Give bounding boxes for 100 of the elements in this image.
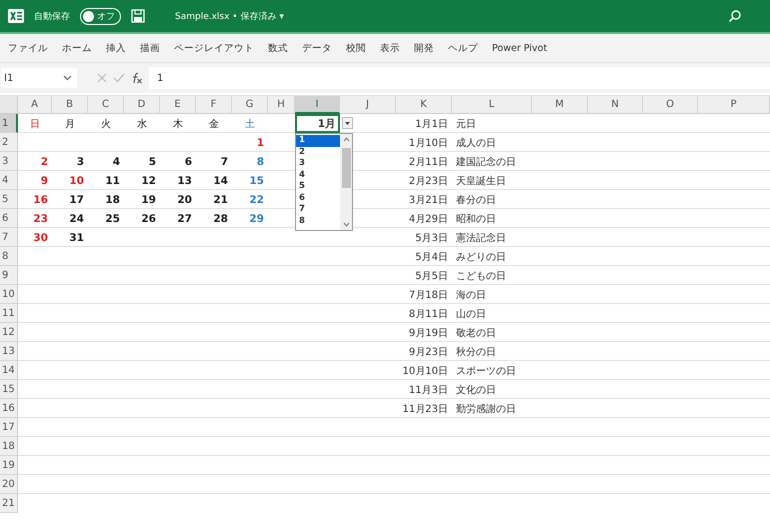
ribbon-tab[interactable]: Power Pivot: [486, 40, 554, 56]
ribbon-tab[interactable]: データ: [296, 40, 338, 56]
ribbon-tab[interactable]: ページレイアウト: [168, 40, 260, 56]
row-header[interactable]: 17: [0, 418, 18, 437]
function-icon[interactable]: [131, 72, 143, 84]
row-header[interactable]: 21: [0, 494, 18, 513]
date-cell: 11: [105, 174, 120, 186]
dropdown-item[interactable]: 2: [296, 146, 340, 158]
row-header[interactable]: 7: [0, 228, 18, 247]
dropdown-item[interactable]: 8: [296, 216, 340, 227]
row-header[interactable]: 18: [0, 437, 18, 456]
column-header[interactable]: F: [196, 96, 232, 114]
weekday-cell-text: 火: [101, 118, 111, 130]
row-header[interactable]: 4: [0, 171, 18, 190]
check-icon[interactable]: [113, 73, 125, 83]
date-cell: 12: [141, 174, 156, 186]
formula-input[interactable]: 1: [149, 67, 770, 89]
date-cell: 13: [177, 174, 192, 186]
ribbon-tab[interactable]: ファイル: [2, 40, 54, 56]
column-header[interactable]: N: [588, 96, 643, 114]
column-header[interactable]: J: [340, 96, 396, 114]
holiday-date-cell-text: 5月3日: [415, 232, 448, 244]
holiday-name-cell-text: 憲法記念日: [456, 232, 506, 244]
row-header[interactable]: 14: [0, 361, 18, 380]
column-header[interactable]: G: [232, 96, 268, 114]
dropdown-item[interactable]: 4: [296, 170, 340, 181]
row-header[interactable]: 1: [0, 114, 18, 133]
column-header[interactable]: I: [295, 96, 340, 114]
row-header[interactable]: 8: [0, 247, 18, 266]
date-cell: 30: [33, 232, 48, 244]
ribbon-tab[interactable]: 描画: [134, 40, 166, 56]
column-header[interactable]: M: [532, 96, 588, 114]
ribbon-tab[interactable]: 表示: [374, 40, 406, 56]
row-header[interactable]: 3: [0, 152, 18, 171]
holiday-name-cell-text: 海の日: [456, 288, 486, 302]
dropdown-item[interactable]: 7: [296, 204, 340, 216]
column-header[interactable]: O: [643, 96, 698, 114]
date-cell: 19: [141, 194, 156, 206]
holiday-name-cell-text: 秋分の日: [456, 346, 496, 358]
dropdown-button[interactable]: [342, 117, 353, 129]
date-cell: 8: [256, 156, 264, 168]
row-header[interactable]: 2: [0, 133, 18, 152]
chevron-down-icon[interactable]: [342, 222, 350, 227]
holiday-name-cell-text: 勤労感謝の日: [456, 402, 516, 416]
chevron-up-icon[interactable]: [342, 137, 350, 142]
column-header[interactable]: K: [396, 96, 452, 114]
file-title[interactable]: Sample.xlsx • 保存済み ▾: [175, 10, 284, 22]
column-header[interactable]: H: [268, 96, 295, 114]
ribbon-tab[interactable]: 数式: [262, 40, 294, 56]
dropdown-item[interactable]: 6: [296, 192, 340, 204]
row-header[interactable]: 6: [0, 209, 18, 228]
column-header[interactable]: E: [160, 96, 196, 114]
row-header[interactable]: 16: [0, 399, 18, 418]
holiday-name-cell-text: 春分の日: [456, 194, 496, 206]
date-cell: 29: [249, 212, 264, 224]
row-header[interactable]: 13: [0, 342, 18, 361]
autosave-toggle[interactable]: オフ: [80, 8, 121, 24]
column-header[interactable]: D: [124, 96, 160, 114]
date-cell: 23: [33, 212, 48, 224]
weekday-cell-text: 金: [209, 118, 219, 130]
holiday-date-cell-text: 3月21日: [408, 194, 448, 206]
holiday-date-cell-text: 11月3日: [408, 384, 448, 396]
ribbon-tab[interactable]: 挿入: [100, 40, 132, 56]
row-header[interactable]: 15: [0, 380, 18, 399]
column-header[interactable]: B: [52, 96, 88, 114]
chevron-down-icon: [63, 75, 72, 81]
holiday-date-cell-text: 1月1日: [415, 118, 448, 130]
row-header[interactable]: 20: [0, 475, 18, 494]
row-header[interactable]: 11: [0, 304, 18, 323]
date-cell: 10: [69, 174, 84, 186]
search-icon[interactable]: [728, 9, 742, 23]
holiday-date-cell-text: 5月4日: [415, 250, 448, 264]
column-header[interactable]: A: [18, 96, 52, 114]
row-header[interactable]: 10: [0, 285, 18, 304]
weekday-cell-text: 月: [65, 118, 75, 130]
date-cell: 15: [249, 174, 264, 186]
ribbon-tab[interactable]: 校閲: [340, 40, 372, 56]
ribbon-tab[interactable]: 開発: [408, 40, 440, 56]
column-header[interactable]: P: [698, 96, 770, 114]
holiday-name-cell-text: 敬老の日: [456, 326, 496, 340]
row-header[interactable]: 19: [0, 456, 18, 475]
name-box[interactable]: I1: [1, 68, 77, 88]
holiday-date-cell-text: 2月11日: [408, 156, 448, 168]
column-header[interactable]: L: [452, 96, 532, 114]
row-header[interactable]: 12: [0, 323, 18, 342]
dropdown-item[interactable]: 5: [296, 181, 340, 192]
holiday-date-cell-text: 11月23日: [402, 402, 448, 416]
scrollbar[interactable]: [340, 134, 352, 230]
column-header[interactable]: C: [88, 96, 124, 114]
holiday-name-cell-text: 建国記念の日: [456, 156, 516, 168]
date-cell: 9: [40, 174, 48, 186]
row-header[interactable]: 5: [0, 190, 18, 209]
dropdown-item[interactable]: 3: [296, 158, 340, 170]
ribbon-tab[interactable]: ホーム: [56, 40, 98, 56]
holiday-date-cell-text: 8月11日: [408, 308, 448, 320]
ribbon-tab[interactable]: ヘルプ: [442, 40, 484, 56]
save-icon[interactable]: [131, 9, 145, 23]
row-header[interactable]: 9: [0, 266, 18, 285]
dropdown-item[interactable]: 1: [296, 135, 340, 146]
holiday-name-cell-text: 成人の日: [456, 136, 496, 150]
